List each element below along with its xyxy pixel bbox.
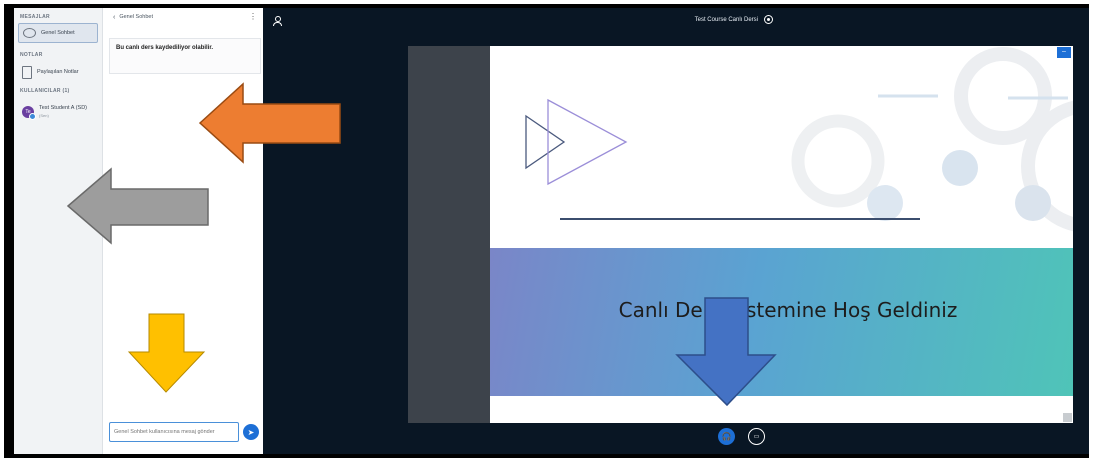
- chat-panel: ‹ Genel Sohbet ⋮ Bu canlı ders kaydedili…: [103, 8, 263, 454]
- presentation-stage: Test Course Canlı Dersi Canlı Ders Siste…: [263, 8, 1089, 454]
- presentation-slide: Canlı Ders Sistemine Hoş Geldiniz –: [408, 46, 1073, 423]
- sidebar-item-shared-notes[interactable]: Paylaşılan Notlar: [18, 62, 98, 82]
- avatar: Te: [22, 106, 36, 120]
- slide-divider: [560, 218, 920, 220]
- session-title-bar: Test Course Canlı Dersi: [593, 15, 773, 24]
- left-sidebar: MESAJLAR Genel Sohbet NOTLAR Paylaşılan …: [14, 8, 103, 454]
- slide-banner: [490, 248, 1073, 396]
- send-button[interactable]: ➤: [243, 424, 259, 440]
- user-icon[interactable]: [273, 16, 282, 26]
- send-icon: ➤: [247, 427, 255, 437]
- headphones-icon: 🎧: [721, 432, 732, 441]
- more-options-icon[interactable]: ⋮: [249, 12, 257, 21]
- presence-dot: [29, 113, 36, 120]
- sidebar-item-public-chat[interactable]: Genel Sohbet: [18, 23, 98, 43]
- back-chevron-icon[interactable]: ‹: [113, 14, 115, 21]
- video-button[interactable]: ▭: [748, 428, 765, 445]
- chat-icon: [23, 28, 36, 38]
- user-name: Test Student A (SD): [39, 105, 87, 111]
- chat-message-input[interactable]: [109, 422, 239, 442]
- sidebar-item-label: Paylaşılan Notlar: [37, 69, 79, 75]
- recording-notice: Bu canlı ders kaydediliyor olabilir.: [109, 38, 261, 74]
- minimize-presentation-button[interactable]: –: [1057, 47, 1071, 58]
- slide-title: Canlı Ders Sistemine Hoş Geldiniz: [618, 298, 958, 322]
- camera-icon: ▭: [753, 434, 760, 440]
- chat-header: ‹ Genel Sohbet ⋮: [103, 8, 263, 26]
- notes-heading: NOTLAR: [20, 52, 43, 58]
- recording-indicator-icon[interactable]: [764, 15, 773, 24]
- users-heading: KULLANICILAR (1): [20, 88, 70, 94]
- fullscreen-icon[interactable]: [1063, 413, 1072, 422]
- chat-title[interactable]: Genel Sohbet: [119, 14, 153, 20]
- user-status: (Sen): [39, 113, 49, 118]
- messages-heading: MESAJLAR: [20, 14, 50, 20]
- user-list-item[interactable]: Te Test Student A (SD) (Sen): [18, 101, 98, 123]
- notes-icon: [22, 65, 32, 79]
- session-title: Test Course Canlı Dersi: [694, 16, 758, 23]
- sidebar-item-label: Genel Sohbet: [41, 30, 75, 36]
- audio-button[interactable]: 🎧: [718, 428, 735, 445]
